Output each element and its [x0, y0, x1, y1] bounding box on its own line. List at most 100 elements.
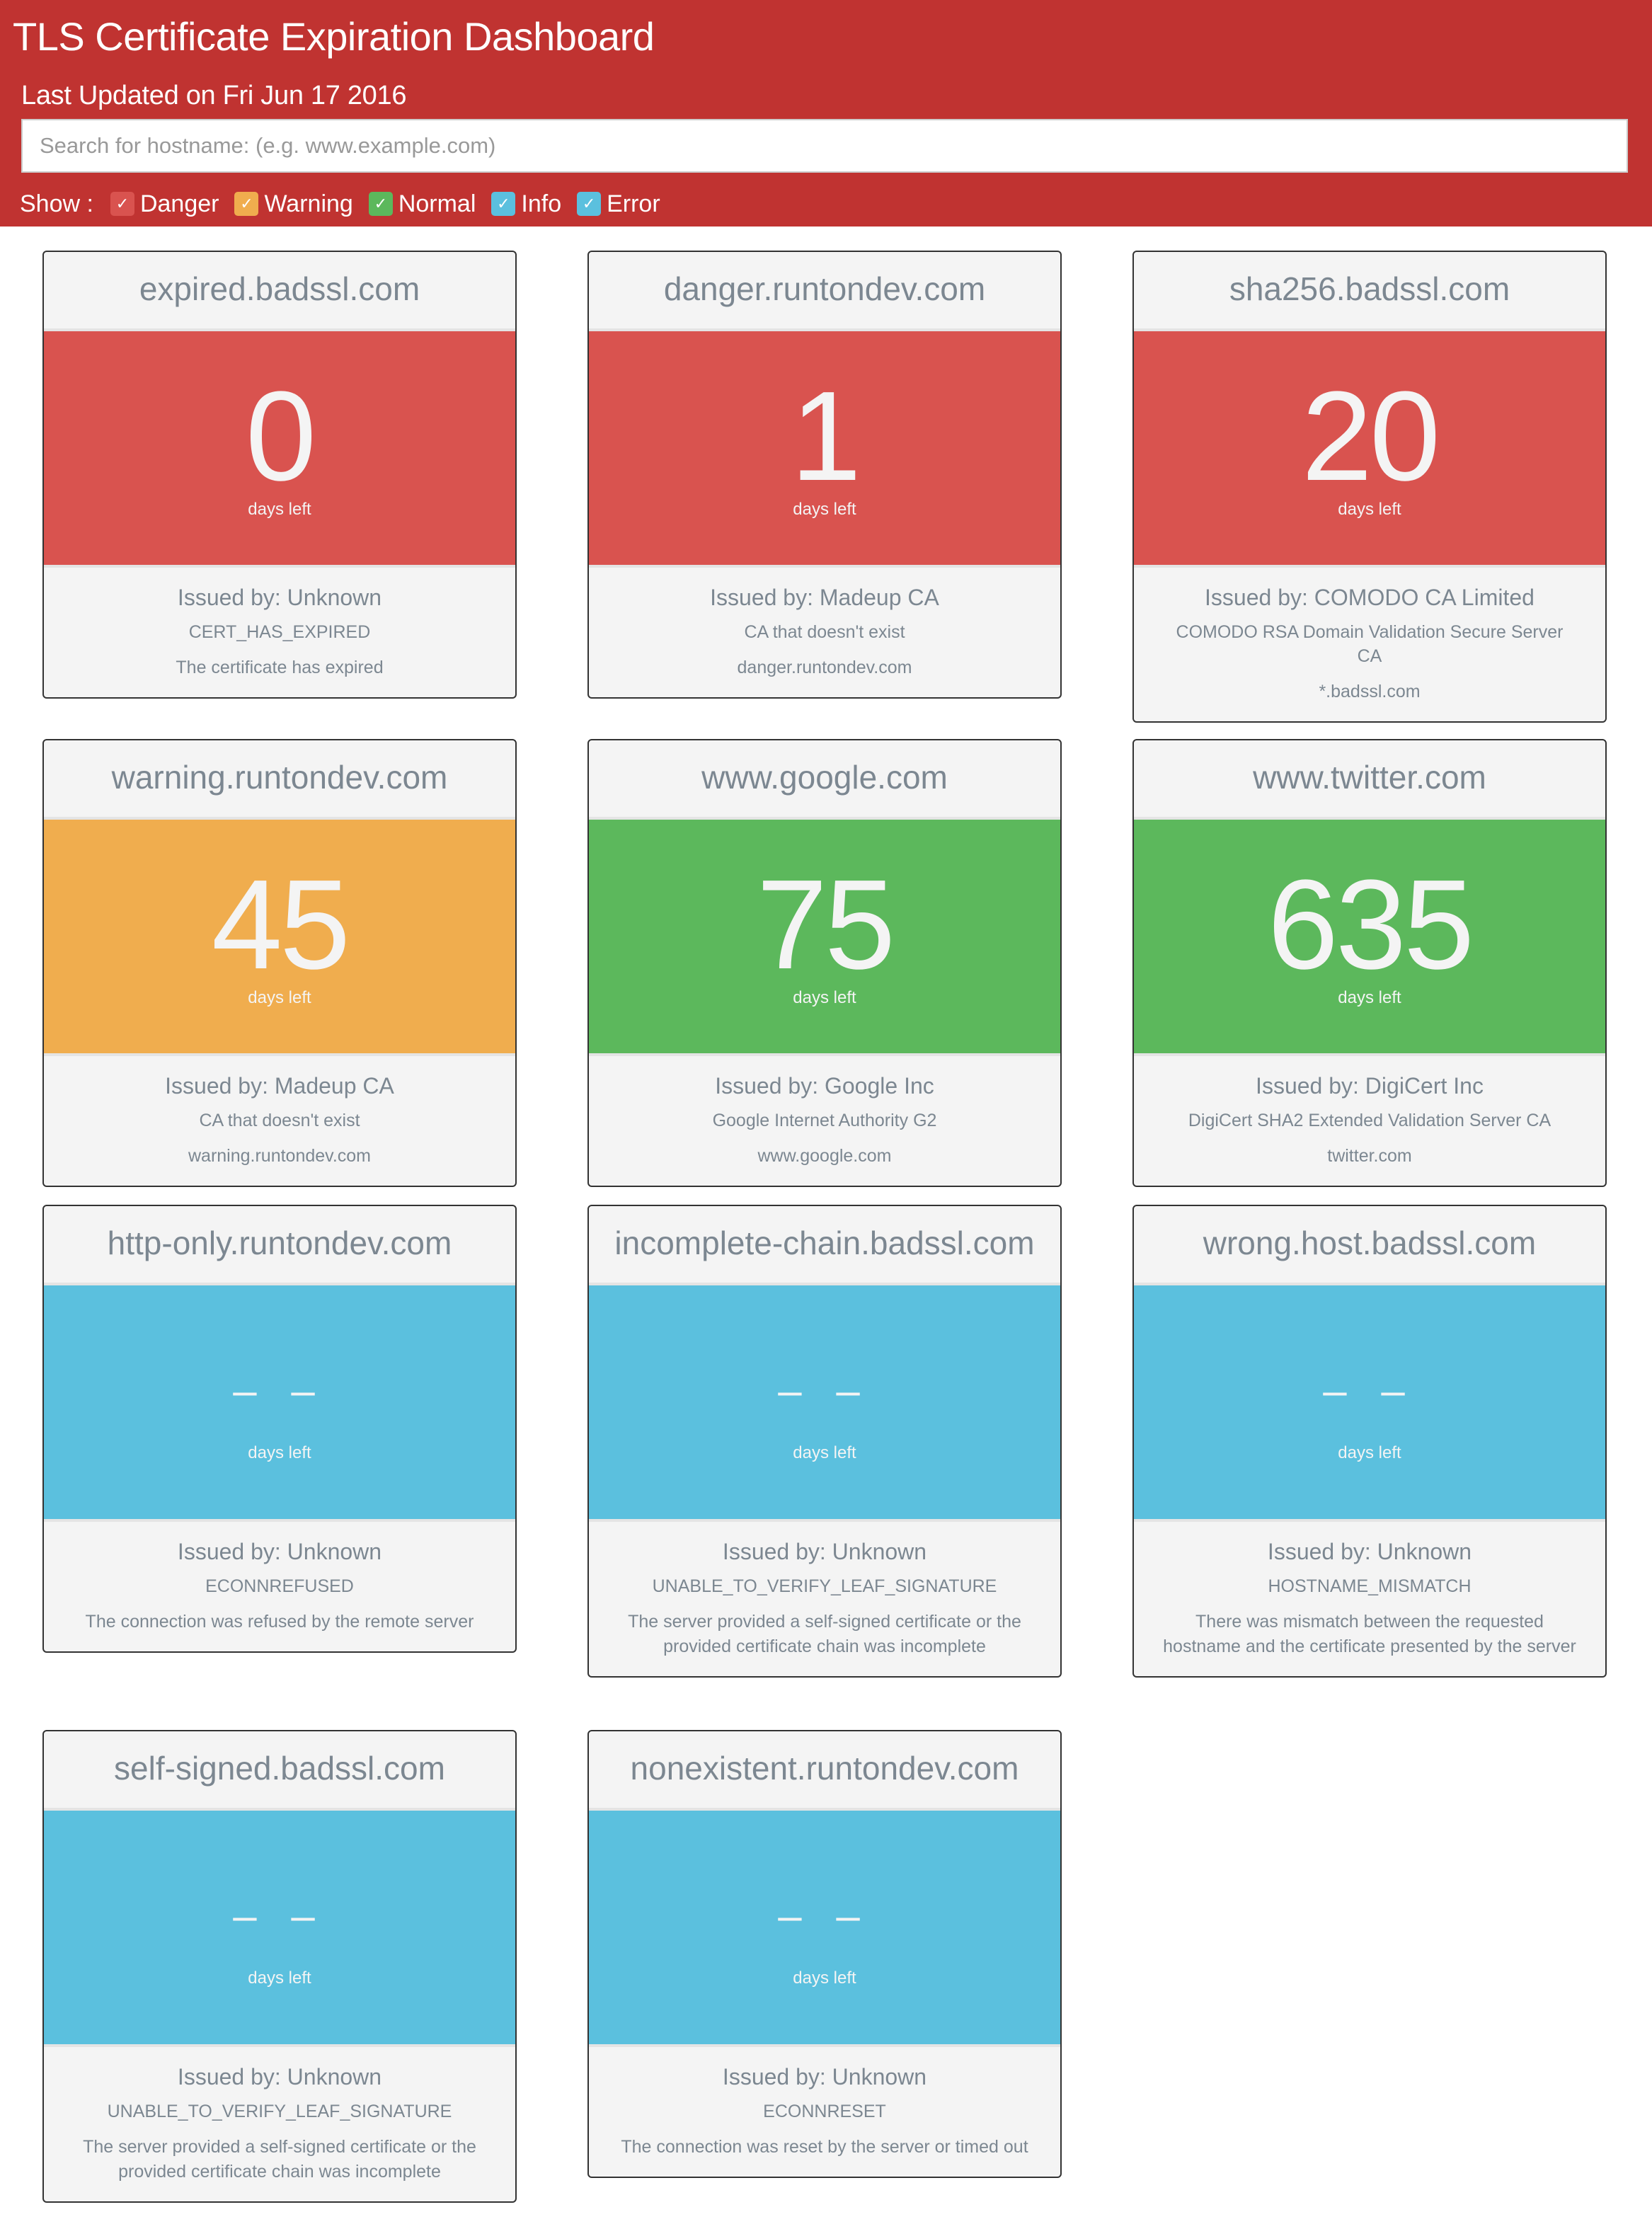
days-left-value: 75: [756, 854, 895, 996]
days-left-label: days left: [1338, 1443, 1401, 1462]
filter-label: Info: [521, 190, 562, 217]
days-left-value: – –: [1323, 1367, 1416, 1414]
warning-checkbox[interactable]: ✓: [234, 192, 259, 216]
cert-code: ECONNRESET: [763, 2102, 886, 2121]
days-left-value: – –: [233, 1367, 326, 1414]
cert-code: COMODO RSA Domain Validation Secure Serv…: [1176, 622, 1564, 666]
certificate-card: sha256.badssl.com 20 days left Issued by: C…: [1132, 251, 1607, 723]
certificate-card: danger.runtondev.com 1 days left Issued by:…: [587, 251, 1062, 699]
certificate-card: nonexistent.runtondev.com – – days left Iss…: [587, 1730, 1062, 2178]
filter-danger[interactable]: ✓ Danger: [110, 190, 219, 218]
card-details: Issued by: Unknown UNABLE_TO_VERIFY_LEAF_…: [589, 1519, 1060, 1676]
card-hostname: self-signed.badssl.com: [44, 1731, 515, 1811]
days-left-label: days left: [793, 500, 856, 519]
card-details: Issued by: Unknown ECONNREFUSED The connec…: [44, 1519, 515, 1651]
certificate-card: incomplete-chain.badssl.com – – days left I…: [587, 1205, 1062, 1678]
issuer: Issued by: Unknown: [177, 1539, 382, 1564]
cert-code: UNABLE_TO_VERIFY_LEAF_SIGNATURE: [107, 2102, 452, 2121]
card-details: Issued by: Unknown UNABLE_TO_VERIFY_LEAF_…: [44, 2044, 515, 2201]
cert-code: ECONNREFUSED: [205, 1576, 354, 1596]
filter-label: Normal: [398, 190, 476, 217]
issuer: Issued by: Unknown: [177, 585, 382, 610]
error-checkbox[interactable]: ✓: [577, 192, 602, 216]
issuer: Issued by: COMODO CA Limited: [1205, 585, 1535, 610]
cert-description: warning.runtondev.com: [188, 1146, 371, 1166]
days-left-label: days left: [248, 1443, 311, 1462]
card-hostname: wrong.host.badssl.com: [1134, 1206, 1605, 1285]
cert-code: CA that doesn't exist: [199, 1111, 360, 1130]
cert-code: HOSTNAME_MISMATCH: [1268, 1576, 1472, 1596]
card-hostname: danger.runtondev.com: [589, 252, 1060, 331]
cert-description: twitter.com: [1327, 1146, 1412, 1166]
days-left-panel: – – days left: [44, 1811, 515, 2044]
card-hostname: nonexistent.runtondev.com: [589, 1731, 1060, 1811]
issuer: Issued by: Unknown: [722, 1539, 927, 1564]
days-left-label: days left: [1338, 988, 1401, 1007]
issuer: Issued by: Madeup CA: [165, 1073, 394, 1099]
certificate-card: www.google.com 75 days left Issued by: Goog…: [587, 739, 1062, 1187]
card-hostname: www.twitter.com: [1134, 740, 1605, 820]
days-left-value: 1: [790, 365, 861, 508]
filter-info[interactable]: ✓ Info: [491, 190, 561, 218]
days-left-panel: – – days left: [589, 1285, 1060, 1519]
filter-normal[interactable]: ✓ Normal: [368, 190, 476, 218]
certificate-card: warning.runtondev.com 45 days left Issued b…: [42, 739, 517, 1187]
cert-description: The server provided a self-signed certif…: [83, 2137, 476, 2182]
issuer: Issued by: Unknown: [1267, 1539, 1472, 1564]
days-left-panel: 635 days left: [1134, 820, 1605, 1053]
certificate-card: expired.badssl.com 0 days left Issued by: U…: [42, 251, 517, 699]
days-left-value: 0: [245, 365, 316, 508]
certificate-card: wrong.host.badssl.com – – days left Issued …: [1132, 1205, 1607, 1678]
certificate-card: self-signed.badssl.com – – days left Issued…: [42, 1730, 517, 2203]
days-left-panel: 1 days left: [589, 331, 1060, 565]
filter-label: Error: [607, 190, 660, 217]
days-left-value: 45: [211, 854, 350, 996]
days-left-panel: – – days left: [1134, 1285, 1605, 1519]
issuer: Issued by: DigiCert Inc: [1256, 1073, 1484, 1099]
header-bar: TLS Certificate Expiration Dashboard Las…: [0, 0, 1652, 227]
days-left-panel: 45 days left: [44, 820, 515, 1053]
card-details: Issued by: Madeup CA CA that doesn't exis…: [44, 1053, 515, 1186]
days-left-label: days left: [793, 988, 856, 1007]
normal-checkbox[interactable]: ✓: [368, 192, 393, 216]
info-checkbox[interactable]: ✓: [491, 192, 516, 216]
page-title: TLS Certificate Expiration Dashboard: [13, 14, 655, 59]
filter-error[interactable]: ✓ Error: [577, 190, 660, 218]
issuer: Issued by: Unknown: [722, 2064, 927, 2090]
days-left-panel: 75 days left: [589, 820, 1060, 1053]
cert-code: CERT_HAS_EXPIRED: [188, 622, 371, 642]
cert-description: danger.runtondev.com: [737, 658, 912, 677]
card-details: Issued by: Unknown HOSTNAME_MISMATCH There…: [1134, 1519, 1605, 1676]
days-left-value: 635: [1267, 854, 1474, 996]
days-left-panel: 0 days left: [44, 331, 515, 565]
show-label: Show :: [20, 190, 93, 217]
card-hostname: expired.badssl.com: [44, 252, 515, 331]
filter-warning[interactable]: ✓ Warning: [234, 190, 353, 218]
card-hostname: www.google.com: [589, 740, 1060, 820]
days-left-label: days left: [248, 988, 311, 1007]
cert-description: *.badssl.com: [1319, 682, 1421, 701]
days-left-label: days left: [793, 1443, 856, 1462]
cert-code: DigiCert SHA2 Extended Validation Server…: [1188, 1111, 1551, 1130]
card-details: Issued by: Unknown CERT_HAS_EXPIRED The ce…: [44, 565, 515, 697]
cert-description: The connection was refused by the remote…: [85, 1612, 474, 1632]
issuer: Issued by: Madeup CA: [710, 585, 939, 610]
last-updated: Last Updated on Fri Jun 17 2016: [21, 81, 407, 110]
hostname-search-input[interactable]: [21, 119, 1628, 173]
days-left-label: days left: [1338, 500, 1401, 519]
days-left-label: days left: [793, 1968, 856, 1988]
card-details: Issued by: DigiCert Inc DigiCert SHA2 Ext…: [1134, 1053, 1605, 1186]
filter-label: Warning: [264, 190, 353, 217]
days-left-label: days left: [248, 1968, 311, 1988]
cert-description: www.google.com: [757, 1146, 892, 1166]
certificate-card: www.twitter.com 635 days left Issued by: Di…: [1132, 739, 1607, 1187]
issuer: Issued by: Unknown: [177, 2064, 382, 2090]
days-left-label: days left: [248, 500, 311, 519]
danger-checkbox[interactable]: ✓: [110, 192, 134, 216]
days-left-value: 20: [1301, 365, 1440, 508]
card-hostname: http-only.runtondev.com: [44, 1206, 515, 1285]
card-hostname: warning.runtondev.com: [44, 740, 515, 820]
cert-description: The server provided a self-signed certif…: [628, 1612, 1021, 1656]
card-hostname: sha256.badssl.com: [1134, 252, 1605, 331]
filter-label: Danger: [139, 190, 219, 217]
